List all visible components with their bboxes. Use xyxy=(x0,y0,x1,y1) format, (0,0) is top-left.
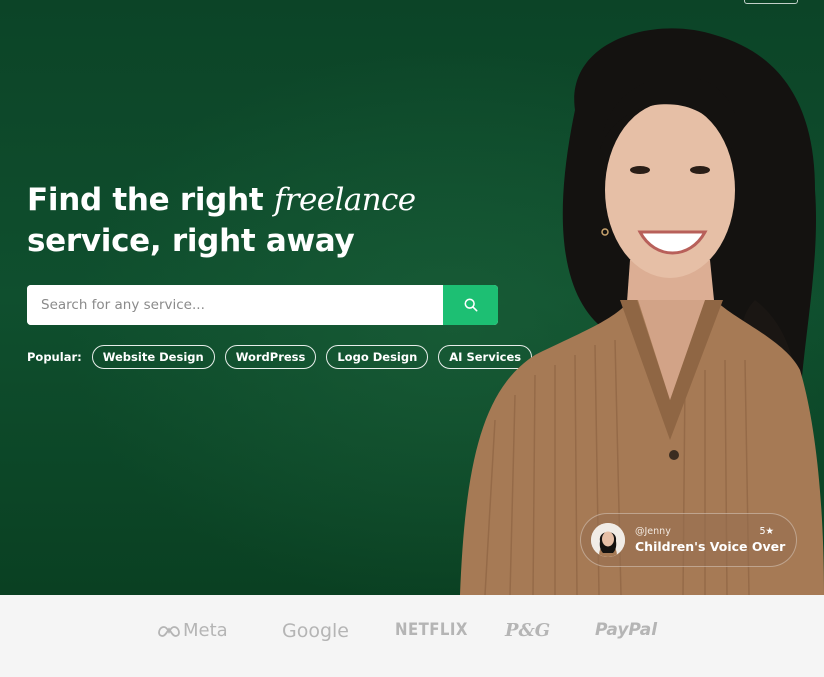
headline-line2: service, right away xyxy=(27,223,355,259)
popular-tag-logo-design[interactable]: Logo Design xyxy=(326,345,429,369)
search-bar xyxy=(27,285,498,325)
popular-tag-website-design[interactable]: Website Design xyxy=(91,345,215,369)
logo-google: Google xyxy=(282,620,350,642)
page: Find the right freelance service, right … xyxy=(0,0,824,677)
logo-meta-text: Meta xyxy=(183,620,228,641)
freelancer-rating: 5★ xyxy=(759,526,774,537)
hero-freelancer-photo xyxy=(460,28,824,595)
logo-pg: P&G xyxy=(505,620,551,641)
popular-label: Popular: xyxy=(27,350,82,364)
logo-meta: Meta xyxy=(158,620,228,641)
hero-section: Find the right freelance service, right … xyxy=(0,0,824,595)
hero-headline: Find the right freelance service, right … xyxy=(27,180,416,262)
freelancer-service: Children's Voice Over xyxy=(635,539,786,554)
headline-line1-prefix: Find the right xyxy=(27,182,274,218)
logo-paypal: PayPal xyxy=(595,620,658,640)
freelancer-profile-card[interactable]: @Jenny 5★ Children's Voice Over xyxy=(580,513,797,567)
logo-netflix: NETFLIX xyxy=(395,620,468,640)
avatar xyxy=(591,523,625,557)
search-input[interactable] xyxy=(27,285,443,325)
popular-tag-wordpress[interactable]: WordPress xyxy=(224,345,317,369)
profile-card-text: @Jenny 5★ Children's Voice Over xyxy=(635,526,796,554)
headline-emphasis: freelance xyxy=(273,182,416,218)
trusted-by-bar: Meta Google NETFLIX P&G PayPal xyxy=(0,595,824,677)
meta-infinity-icon xyxy=(158,625,180,637)
